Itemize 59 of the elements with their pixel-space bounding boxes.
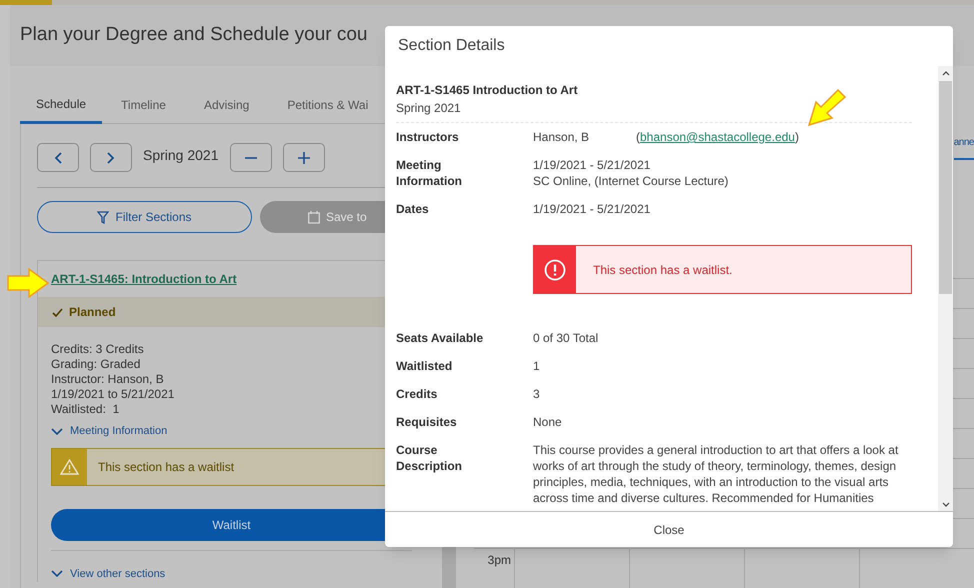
chevron-left-icon [54,152,62,164]
page-title: Plan your Degree and Schedule your cou [20,23,368,48]
field-label: Seats Available [396,330,484,346]
exclamation-icon [544,258,566,280]
field-value: Hanson, B [533,129,590,145]
term-label: Spring 2021 [143,146,219,165]
field-value: 1 [533,358,541,374]
tab[interactable]: Schedule [20,86,102,124]
time-label: 3pm [488,552,511,569]
email-link[interactable]: bhanson@shastacollege.edu [640,129,795,145]
field-value: SC Online, (Internet Course Lecture) [533,173,730,189]
field-label: Course Description [396,442,464,475]
detail-text: Instructor: Hanson, B [51,372,165,387]
arrow-icon [7,268,49,298]
view-other-sections-toggle[interactable]: View other sections [51,566,166,582]
add-term-button[interactable] [282,143,325,172]
field-value: 1/19/2021 - 5/21/2021 [533,201,652,217]
tab[interactable]: Advising [184,86,268,123]
paren-text: ( [636,129,640,145]
field-label: Credits [396,386,438,402]
field-label: Meeting Information [396,157,463,189]
field-value: 3 [533,386,541,402]
field-value: None [533,414,563,430]
previous-term-button[interactable] [37,143,79,172]
course-term: Spring 2021 [396,100,462,117]
detail-text: Credits: 3 Credits [51,342,145,357]
calendar-tab[interactable]: anne [954,134,974,150]
calendar-icon [308,210,320,224]
scroll-thumb[interactable] [939,81,952,294]
field-value: This course provides a general introduction to art that offers a look at works of art through the study of theory, terminology, themes, design principles, media, techniques, with an introduction to the visual arts across time and diverse cultures. Recommended for Humanities [533,442,900,506]
field-label: Waitlisted [396,358,454,374]
next-term-button[interactable] [90,143,132,172]
close-button[interactable]: Close [644,516,694,542]
chevron-down-icon [51,570,63,578]
remove-term-button[interactable] [230,143,272,172]
waitlist-alert: This section has a waitlist. [533,245,912,294]
warning-icon [60,458,79,474]
paren-text: ) [794,129,799,145]
course-title: ART-1-S1465 Introduction to Art [396,82,579,99]
scroll-up-icon[interactable] [942,71,950,76]
field-label: Requisites [396,414,458,430]
chevron-right-icon [107,152,115,164]
course-link[interactable]: ART-1-S1465: Introduction to Art [51,270,237,288]
dialog-title: Section Details [398,36,505,56]
chevron-down-icon [51,428,63,435]
field-value: 0 of 30 Total [533,330,600,346]
filter-icon [97,210,110,224]
arrow-icon [807,89,847,127]
tab[interactable]: Timeline [102,86,185,123]
filter-button[interactable]: Filter Sections [37,201,252,233]
field-label: Instructors [396,129,460,145]
meeting-info-toggle[interactable]: Meeting Information [51,423,168,440]
tab[interactable]: Petitions & Wai [268,86,388,123]
detail-text: Waitlisted: 1 [51,402,120,417]
field-value: 1/19/2021 - 5/21/2021 [533,157,652,173]
plus-icon [298,152,310,164]
checkmark-icon [52,308,63,316]
scroll-down-icon[interactable] [942,502,950,507]
minus-icon [244,156,257,158]
